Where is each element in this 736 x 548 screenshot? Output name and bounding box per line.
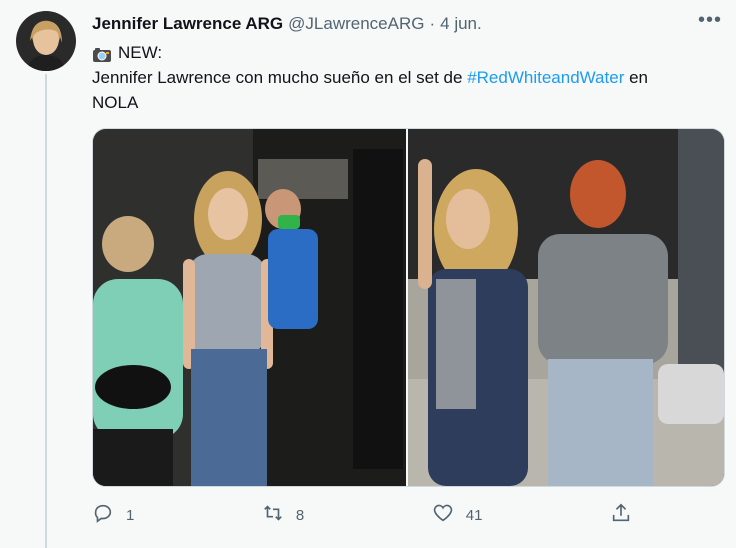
tweet-header: Jennifer Lawrence ARG @JLawrenceARG · 4 … [92,12,716,36]
camera-icon [92,45,112,62]
hashtag-link[interactable]: #RedWhiteandWater [467,68,624,87]
reply-count: 1 [126,506,135,524]
tweet-date[interactable]: 4 jun. [440,14,482,34]
tweet-line-2-suffix: en [624,68,648,87]
photo-right[interactable] [408,129,724,486]
tweet-line-2-prefix: Jennifer Lawrence con mucho sueño en el … [92,68,468,87]
reply-icon [92,502,114,528]
retweet-icon [262,502,284,528]
like-count: 41 [465,506,483,524]
tweet-media[interactable] [92,128,725,487]
author-handle[interactable]: @JLawrenceARG [288,14,424,34]
tweet-line-1: NEW: [118,43,163,62]
share-icon [610,502,632,528]
reply-button[interactable]: 1 [92,502,134,528]
retweet-button[interactable]: 8 [262,502,304,528]
tweet-actions: 1 8 41 [92,500,632,530]
like-button[interactable]: 41 [432,502,483,528]
more-icon[interactable]: ••• [698,10,722,30]
separator-dot: · [429,14,436,33]
tweet-text: NEW: Jennifer Lawrence con mucho sueño e… [92,40,712,115]
share-button[interactable] [610,502,632,528]
like-icon [432,502,454,528]
tweet-line-3: NOLA [92,93,139,112]
thread-line [45,74,47,548]
author-name[interactable]: Jennifer Lawrence ARG [92,14,283,34]
avatar[interactable] [16,11,76,71]
photo-left[interactable] [93,129,406,486]
retweet-count: 8 [295,506,305,524]
